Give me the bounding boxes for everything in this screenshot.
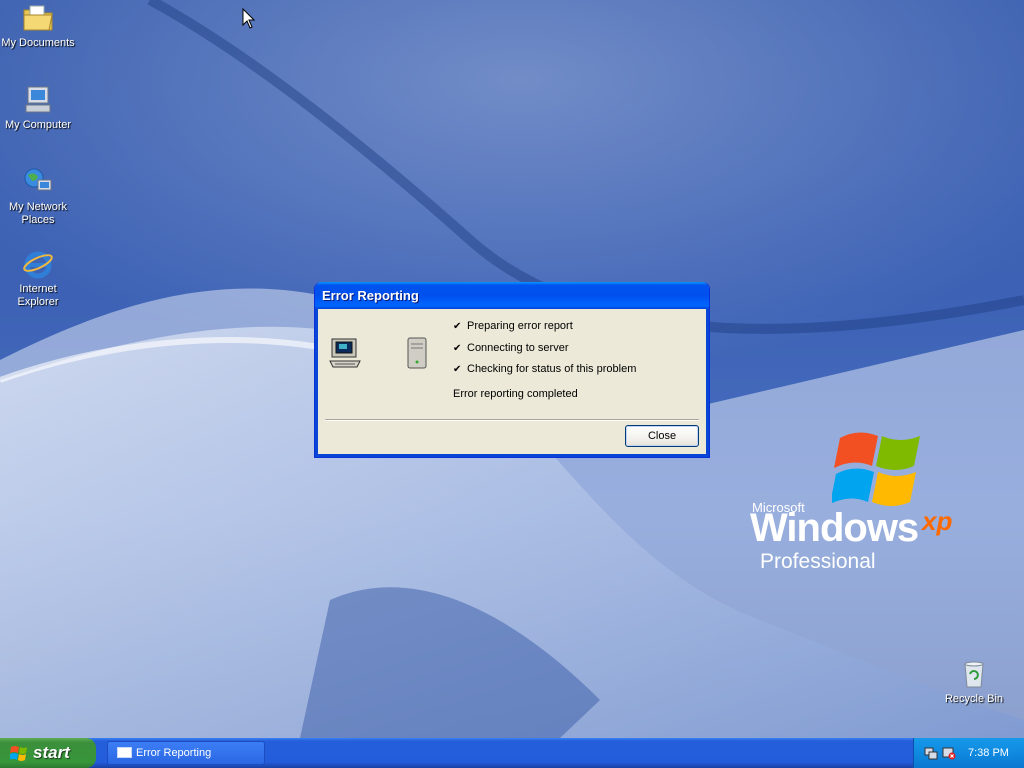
- step-label: Connecting to server: [467, 342, 569, 354]
- network-tray-icon[interactable]: [924, 746, 938, 760]
- desktop-icon-label: Internet Explorer: [17, 283, 59, 308]
- start-button[interactable]: start: [0, 738, 96, 768]
- desktop-icon-recycle-bin[interactable]: Recycle Bin: [936, 658, 1012, 706]
- start-label: start: [33, 743, 70, 762]
- logo-windows-text: Windows: [750, 506, 919, 550]
- logo-edition-text: Professional: [760, 550, 876, 573]
- windows-flag-icon: [832, 432, 920, 506]
- step-label: Checking for status of this problem: [467, 363, 637, 375]
- taskbar: start Error Reporting 7:38 PM: [0, 738, 1024, 768]
- step-checking-status: ✔ Checking for status of this problem: [453, 363, 636, 375]
- dialog-body: ✔ Preparing error report ✔ Connecting to s…: [315, 309, 709, 455]
- close-button[interactable]: Close: [625, 425, 699, 447]
- dialog-separator: [325, 419, 699, 421]
- error-reporting-dialog[interactable]: Error Reporting ✔ Preparing error report …: [314, 282, 710, 458]
- check-icon: ✔: [453, 343, 462, 354]
- desktop-icon-label: My Computer: [4, 119, 72, 131]
- desktop-icon-label: My Network Places: [8, 201, 68, 226]
- computer-icon: [25, 86, 51, 113]
- check-icon: ✔: [453, 364, 462, 375]
- desktop-icon-my-documents[interactable]: My Documents: [0, 2, 76, 50]
- recycle-bin-icon: [964, 661, 984, 688]
- desktop: My Documents My Computer My Network Plac…: [0, 0, 1024, 738]
- dialog-title: Error Reporting: [322, 288, 419, 303]
- clock[interactable]: 7:38 PM: [968, 738, 1009, 768]
- step-preparing-report: ✔ Preparing error report: [453, 320, 573, 332]
- system-tray: 7:38 PM: [913, 738, 1024, 768]
- taskbar-item-label: Error Reporting: [136, 747, 212, 759]
- folder-icon: [23, 5, 53, 31]
- computer-icon: [329, 338, 361, 368]
- internet-explorer-icon: [23, 251, 53, 279]
- security-alert-tray-icon[interactable]: [942, 746, 956, 760]
- status-text: Error reporting completed: [453, 388, 578, 400]
- desktop-icon-internet-explorer[interactable]: Internet Explorer: [0, 248, 76, 309]
- network-globe-icon: [24, 168, 52, 191]
- mouse-pointer-icon: [242, 8, 256, 29]
- desktop-icon-label: Recycle Bin: [944, 693, 1004, 705]
- desktop-icon-my-computer[interactable]: My Computer: [0, 84, 76, 132]
- step-label: Preparing error report: [467, 320, 573, 332]
- check-icon: ✔: [453, 321, 462, 332]
- logo-xp-text: xp: [922, 506, 953, 536]
- dialog-title-bar[interactable]: Error Reporting: [315, 282, 709, 309]
- desktop-icon-my-network-places[interactable]: My Network Places: [0, 166, 76, 227]
- window-icon: [117, 747, 132, 758]
- windows-xp-logo: Microsoft Windows xp Professional: [748, 424, 978, 584]
- windows-flag-icon: [10, 746, 27, 761]
- server-icon: [407, 337, 427, 369]
- step-connecting-server: ✔ Connecting to server: [453, 342, 569, 354]
- taskbar-item-error-reporting[interactable]: Error Reporting: [107, 741, 265, 765]
- desktop-icon-label: My Documents: [1, 37, 75, 49]
